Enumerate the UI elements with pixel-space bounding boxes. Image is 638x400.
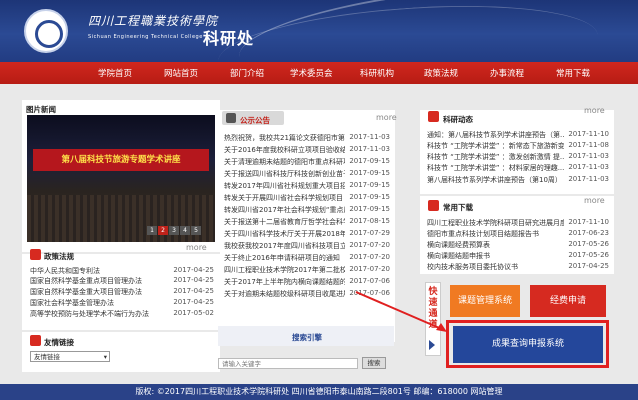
annotation-arrow <box>355 291 447 332</box>
footer: 版权: ©2017四川工程职业技术学院科研处 四川省德阳市泰山南路二段801号 … <box>0 384 638 400</box>
